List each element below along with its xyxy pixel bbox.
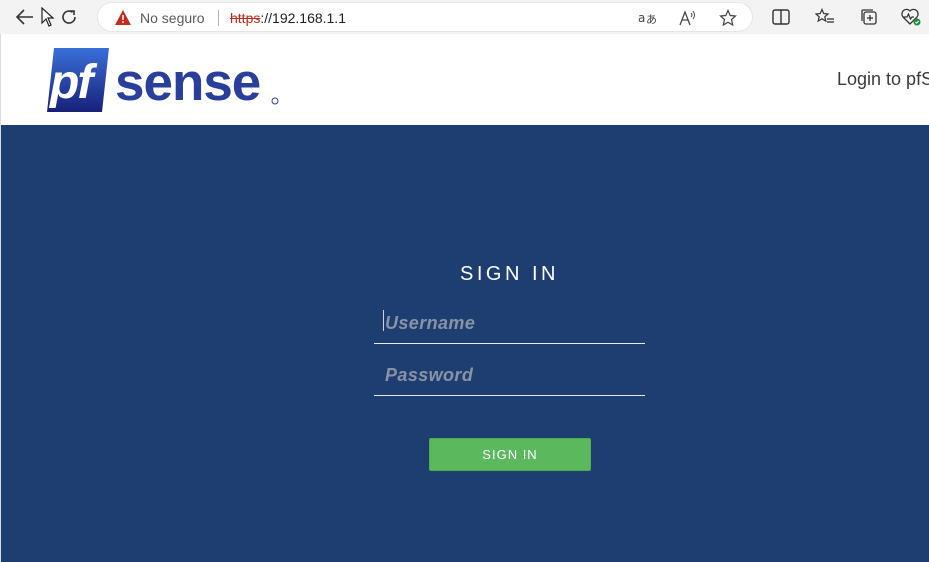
address-bar[interactable]: No seguro https://192.168.1.1 aあ <box>97 2 753 32</box>
address-separator <box>218 10 219 26</box>
svg-text:pf: pf <box>48 56 97 109</box>
security-status-label[interactable]: No seguro <box>140 10 205 26</box>
pfsense-logo[interactable]: pf sense <box>47 48 282 112</box>
browser-health-icon[interactable] <box>900 6 922 28</box>
favorite-star-icon[interactable] <box>718 8 738 28</box>
svg-text:sense: sense <box>115 53 260 112</box>
warning-icon <box>115 10 131 25</box>
username-field[interactable] <box>374 304 645 344</box>
password-field[interactable] <box>374 356 645 396</box>
reload-icon[interactable] <box>58 6 80 28</box>
page-content: pf sense Login to pfSense SIGN IN SIGN I… <box>0 34 929 562</box>
browser-toolbar: No seguro https://192.168.1.1 aあ <box>0 0 929 34</box>
text-caret <box>383 310 384 331</box>
favorites-icon[interactable] <box>814 6 836 28</box>
mouse-cursor-icon <box>37 6 59 28</box>
page-header: pf sense Login to pfSense <box>1 34 929 125</box>
back-icon[interactable] <box>14 6 36 28</box>
url-host: ://192.168.1.1 <box>260 10 346 26</box>
sign-in-button[interactable]: SIGN IN <box>429 438 591 471</box>
svg-text:あ: あ <box>646 13 657 26</box>
login-heading: SIGN IN <box>460 263 559 285</box>
svg-text:a: a <box>638 11 645 25</box>
collections-icon[interactable] <box>858 6 880 28</box>
read-aloud-icon[interactable] <box>678 8 698 28</box>
url-scheme: https <box>230 10 261 26</box>
page-title: Login to pfSense <box>837 69 929 89</box>
username-input[interactable] <box>374 304 645 343</box>
login-panel: SIGN IN SIGN IN <box>1 125 929 562</box>
split-screen-icon[interactable] <box>770 6 792 28</box>
url-text[interactable]: https://192.168.1.1 <box>230 10 346 26</box>
translate-icon[interactable]: aあ <box>638 8 658 28</box>
password-input[interactable] <box>374 356 645 395</box>
